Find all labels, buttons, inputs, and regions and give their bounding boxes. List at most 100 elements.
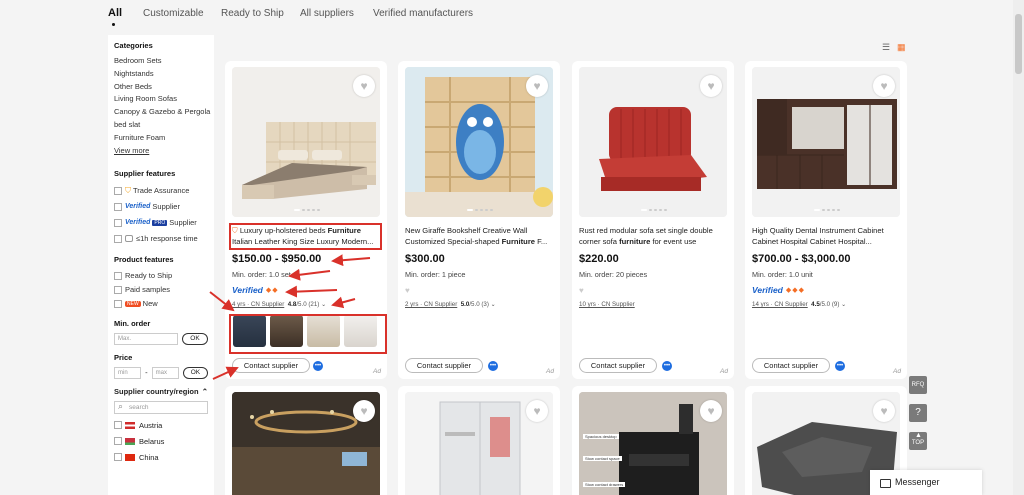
product-card[interactable]: ♥ Rust red modular sofa set single doubl… [572,61,734,379]
favorite-heart-icon[interactable]: ♥ [526,400,548,422]
ad-label: Ad [546,368,554,375]
scrollbar-thumb[interactable] [1015,14,1022,74]
page-scrollbar[interactable] [1013,0,1024,495]
contact-supplier-button[interactable]: Contact supplier [405,358,483,373]
chevron-down-icon: ⌄ [841,301,847,308]
checkbox[interactable] [114,271,122,280]
supplier-badges: ♥ [579,285,584,295]
checkbox[interactable] [114,234,122,243]
view-toggle: ☰ ▦ [882,43,906,52]
country-search-input[interactable]: search [114,400,208,414]
product-image[interactable]: ♥ [752,67,900,217]
tab-ready-to-ship[interactable]: Ready to Ship [221,8,284,19]
product-image[interactable]: ♥ [232,67,380,217]
category-link[interactable]: Furniture Foam [114,132,208,145]
product-title[interactable]: Rust red modular sofa set single double … [579,226,727,248]
product-card[interactable]: ♥ [398,386,560,495]
grey-badge-icon: ♥ [405,285,410,295]
checkbox[interactable] [114,299,122,308]
response-time-label: ≤1h response time [136,234,198,244]
category-link[interactable]: Nightstands [114,68,208,81]
product-title[interactable]: New Giraffe Bookshelf Creative Wall Cust… [405,226,553,248]
grid-view-icon[interactable]: ▦ [897,43,906,52]
verified-logo: Verified [125,203,151,211]
chat-bubble-icon[interactable]: ••• [488,361,498,371]
verified-supplier-filter[interactable]: Verified Supplier [114,199,208,215]
favorite-heart-icon[interactable]: ♥ [700,400,722,422]
price-min-input[interactable]: min [114,366,142,379]
checkbox[interactable] [114,285,122,294]
checkbox[interactable] [114,218,122,227]
country-label: Belarus [139,436,165,446]
supplier-features-title: Supplier features [114,168,176,178]
product-image[interactable]: ♥ [405,67,553,217]
list-view-icon[interactable]: ☰ [882,43,891,52]
messenger-label: Messenger [895,477,940,487]
pro-tag: PRO [152,219,168,226]
country-label: China [139,452,159,462]
checkbox[interactable] [114,453,122,462]
ready-to-ship-filter[interactable]: Ready to Ship [114,269,208,283]
category-link[interactable]: bed slat [114,119,208,132]
favorite-heart-icon[interactable]: ♥ [873,75,895,97]
image-carousel-dots [294,209,320,211]
product-image[interactable]: ♥ [579,67,727,217]
tab-verified-manufacturers[interactable]: Verified manufacturers [373,8,473,19]
favorite-heart-icon[interactable]: ♥ [353,75,375,97]
product-title[interactable]: High Quality Dental Instrument Cabinet C… [752,226,900,248]
verified-pro-supplier-filter[interactable]: Verified PRO Supplier [114,215,208,231]
product-card[interactable]: ♥ [225,386,387,495]
back-to-top-button[interactable]: ▲ TOP [909,432,927,450]
country-option[interactable]: China [114,450,208,465]
tab-all-suppliers[interactable]: All suppliers [300,8,354,19]
checkbox[interactable] [114,421,122,430]
product-card[interactable]: ♥ High Quality Dental Instrument Cabinet… [745,61,907,379]
new-filter[interactable]: NEW New [114,297,208,311]
messenger-button[interactable]: Messenger [870,470,982,495]
checkbox[interactable] [114,186,122,195]
tab-customizable[interactable]: Customizable [143,8,204,19]
annotation-arrows [209,254,371,380]
tab-all[interactable]: All [108,7,122,26]
country-option[interactable]: Austria [114,418,208,433]
paid-samples-filter[interactable]: Paid samples [114,283,208,297]
chat-bubble-icon[interactable]: ••• [835,361,845,371]
chat-bubble-icon[interactable]: ••• [662,361,672,371]
product-image[interactable]: ♥ [405,392,553,495]
country-label: Austria [139,420,163,430]
min-order-input[interactable]: Max. [114,332,178,345]
austria-flag-icon [125,421,135,429]
supplier-meta[interactable]: 14 yrs · CN Supplier 4.5/5.0 (9) ⌄ [752,301,846,308]
rfq-button[interactable]: RFQ [909,376,927,394]
trade-assurance-filter[interactable]: ⛉ Trade Assurance [114,183,208,199]
favorite-heart-icon[interactable]: ♥ [700,75,722,97]
supplier-meta[interactable]: 2 yrs · CN Supplier 5.0/5.0 (3) ⌄ [405,301,496,308]
checkbox[interactable] [114,202,122,211]
china-flag-icon [125,453,135,461]
category-link[interactable]: Bedroom Sets [114,55,208,68]
favorite-heart-icon[interactable]: ♥ [873,400,895,422]
supplier-meta[interactable]: 10 yrs · CN Supplier [579,301,635,308]
help-button[interactable]: ? [909,404,927,422]
country-filter-header[interactable]: Supplier country/region ⌃ [114,387,208,396]
contact-supplier-button[interactable]: Contact supplier [579,358,657,373]
product-card[interactable]: Spacious desktop Stow contact space Stow… [572,386,734,495]
checkbox[interactable] [114,437,122,446]
contact-supplier-button[interactable]: Contact supplier [752,358,830,373]
product-price: $220.00 [579,253,619,265]
product-image[interactable]: ♥ [232,392,380,495]
product-card[interactable]: ♥ New Giraffe Bookshelf Creative Wall Cu… [398,61,560,379]
price-max-input[interactable]: max [151,366,179,379]
country-option[interactable]: Belarus [114,434,208,449]
ad-label: Ad [720,368,728,375]
min-order: Min. order: 1 piece [405,270,466,279]
category-link[interactable]: Living Room Sofas [114,93,208,106]
category-link[interactable]: Other Beds [114,81,208,94]
favorite-heart-icon[interactable]: ♥ [353,400,375,422]
response-time-filter[interactable]: ≤1h response time [114,231,208,247]
min-order: Min. order: 1.0 unit [752,270,813,279]
product-image[interactable]: Spacious desktop Stow contact space Stow… [579,392,727,495]
favorite-heart-icon[interactable]: ♥ [526,75,548,97]
category-link[interactable]: Canopy & Gazebo & Pergola [114,106,210,119]
view-more-link[interactable]: View more [114,145,208,157]
